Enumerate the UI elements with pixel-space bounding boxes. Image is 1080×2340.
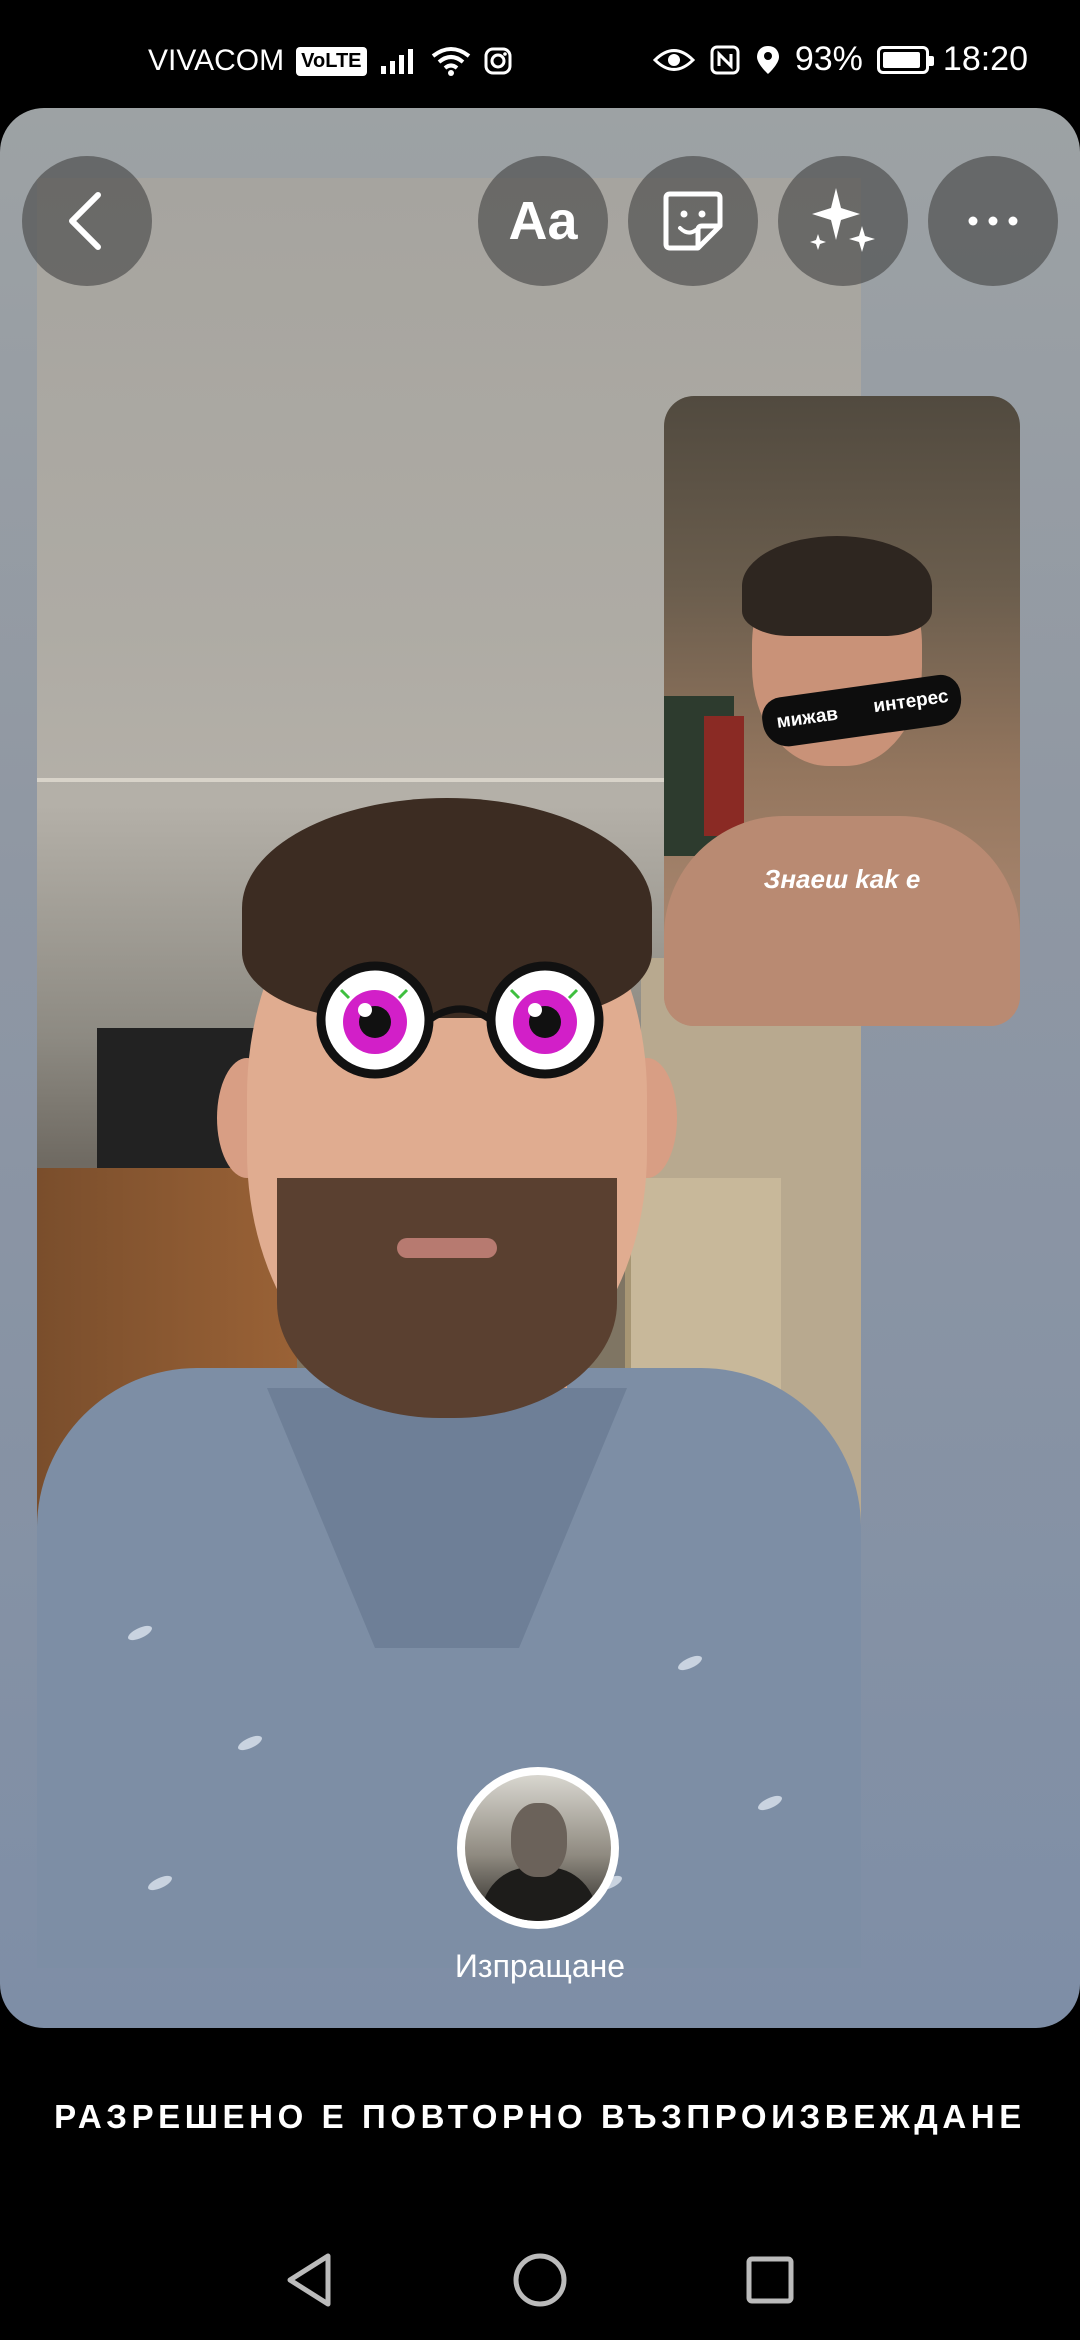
sunglasses-text-left: мижав <box>775 703 840 733</box>
text-tool-button[interactable]: Aa <box>478 156 608 286</box>
wifi-icon <box>431 47 470 76</box>
send-to-avatar[interactable] <box>457 1767 619 1929</box>
send-label[interactable]: Изпращане <box>380 1948 700 1985</box>
location-icon <box>756 45 779 74</box>
more-options-button[interactable] <box>928 156 1058 286</box>
avatar <box>465 1775 611 1921</box>
more-icon <box>968 216 1018 226</box>
home-circle-icon[interactable] <box>510 2250 570 2310</box>
text-tool-label: Aa <box>508 191 578 251</box>
status-right: 93% 18:20 <box>652 40 1028 79</box>
beard <box>277 1178 617 1418</box>
sticker-icon <box>663 191 723 251</box>
reshared-story-card[interactable]: мижав интерес Знаеш kak e <box>664 396 1020 1026</box>
nfc-icon <box>710 45 740 74</box>
mouth <box>397 1238 497 1258</box>
back-triangle-icon[interactable] <box>280 2250 340 2310</box>
battery-level <box>882 51 921 68</box>
battery-percent: 93% <box>794 40 863 78</box>
status-left: VIVACOM VoLTE <box>148 44 513 78</box>
recents-square-icon[interactable] <box>740 2250 800 2310</box>
story-red-bag <box>704 716 744 836</box>
clock: 18:20 <box>942 40 1028 78</box>
sparkles-icon <box>810 188 875 252</box>
eye-icon <box>652 48 695 71</box>
back-button[interactable] <box>22 156 152 286</box>
effects-button[interactable] <box>778 156 908 286</box>
sunglasses-text-right: интерес <box>872 685 950 718</box>
signal-icon <box>380 49 413 74</box>
story-body <box>664 816 1020 1026</box>
avatar-head <box>511 1803 567 1877</box>
story-caption: Знаеш kak e <box>763 864 921 894</box>
volte-badge: VoLTE <box>296 46 367 76</box>
replay-option[interactable]: РАЗРЕШЕНО Е ПОВТОРНО ВЪЗПРОИЗВЕЖДАНЕ <box>0 2098 1080 2136</box>
status-bar: VIVACOM VoLTE 93% 18:20 <box>0 0 1080 105</box>
chevron-left-icon <box>69 192 101 250</box>
battery-icon <box>876 45 934 74</box>
story-hair <box>742 536 932 636</box>
googly-eyes-glasses <box>316 961 604 1079</box>
story-canvas[interactable]: Aa мижав интерес Знаеш kak e Изпращане <box>0 108 1080 2028</box>
instagram-icon <box>484 47 512 75</box>
sticker-button[interactable] <box>628 156 758 286</box>
carrier-name: VIVACOM <box>148 44 285 77</box>
